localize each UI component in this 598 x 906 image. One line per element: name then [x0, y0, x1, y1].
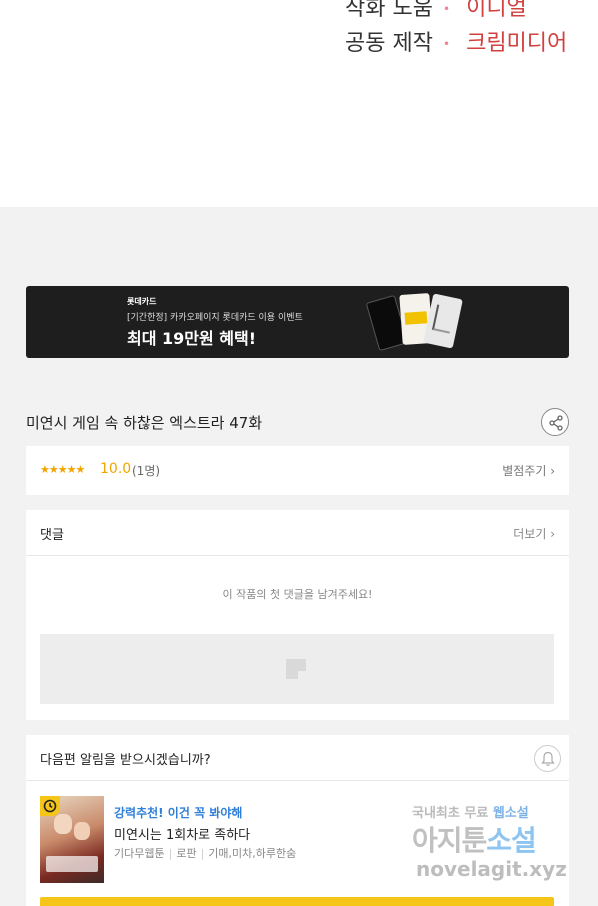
credit-row: 작화 도움 • 이디얼 — [345, 0, 527, 22]
placeholder-icon — [286, 659, 306, 679]
clock-icon — [43, 799, 57, 813]
next-episode-notification: 다음편 알림을 받으시겠습니까? 강력추천! 이건 꼭 봐야해 미연시는 1회차… — [26, 735, 569, 906]
recommended-title-name[interactable]: 미연시는 1회차로 족하다 — [114, 824, 250, 843]
banner-brand: 롯데카드 — [127, 297, 157, 306]
bell-icon — [541, 751, 555, 766]
notify-header: 다음편 알림을 받으시겠습니까? — [26, 735, 569, 781]
wait-free-badge — [40, 796, 60, 816]
credit-card-illustration — [362, 286, 482, 358]
meta-genre: 로판 — [176, 847, 197, 860]
comments-section: 댓글 더보기 › 이 작품의 첫 댓글을 남겨주세요! — [26, 510, 569, 720]
view-button[interactable] — [40, 897, 554, 906]
credit-role: 공동 제작 — [345, 31, 433, 56]
comment-input[interactable] — [40, 634, 554, 704]
credit-name: 이디얼 — [466, 0, 527, 21]
credits-section: 작화 도움 • 이디얼 공동 제작 • 크림미디어 — [0, 0, 598, 207]
separator-dot: • — [443, 37, 451, 51]
rating-count: (1명) — [132, 464, 161, 478]
share-icon — [549, 415, 563, 431]
meta-authors: 기매,미차,하루한숨 — [208, 847, 297, 860]
episode-title: 미연시 게임 속 하찮은 엑스트라 47화 — [26, 414, 263, 432]
banner-subtitle: [기간한정] 카카오페이지 롯데카드 이용 이벤트 — [127, 313, 303, 323]
share-button[interactable] — [541, 408, 569, 436]
comments-more-link[interactable]: 더보기 › — [513, 525, 555, 542]
star-rating-icon: ★★★★★ — [40, 463, 85, 476]
recommendation-tag: 강력추천! 이건 꼭 봐야해 — [114, 806, 243, 820]
separator-dot: • — [443, 2, 451, 16]
recommended-meta: 기다무웹툰 | 로판 | 기매,미차,하루한숨 — [114, 847, 297, 860]
credit-name: 크림미디어 — [466, 31, 568, 56]
episode-header: 미연시 게임 속 하찮은 엑스트라 47화 — [26, 404, 569, 440]
comments-header: 댓글 더보기 › — [26, 510, 569, 556]
recommended-title[interactable]: 강력추천! 이건 꼭 봐야해 미연시는 1회차로 족하다 기다무웹툰 | 로판 | 기매… — [40, 796, 560, 884]
empty-comments-message: 이 작품의 첫 댓글을 남겨주세요! — [222, 588, 373, 601]
banner-headline: 최대 19만원 혜택! — [127, 329, 257, 348]
notify-question: 다음편 알림을 받으시겠습니까? — [40, 753, 211, 768]
meta-category: 기다무웹툰 — [114, 847, 165, 860]
credit-role: 작화 도움 — [345, 0, 433, 21]
cover-thumbnail[interactable] — [40, 796, 104, 883]
rate-button[interactable]: 별점주기 › — [502, 462, 555, 479]
notify-bell-button[interactable] — [534, 745, 561, 772]
promo-banner[interactable]: 롯데카드 [기간한정] 카카오페이지 롯데카드 이용 이벤트 최대 19만원 혜… — [26, 286, 569, 358]
credit-row: 공동 제작 • 크림미디어 — [345, 25, 567, 57]
comments-label: 댓글 — [40, 528, 64, 543]
rating-score: 10.0 — [100, 461, 132, 477]
rating-bar: ★★★★★ 10.0 (1명) 별점주기 › — [26, 446, 569, 495]
